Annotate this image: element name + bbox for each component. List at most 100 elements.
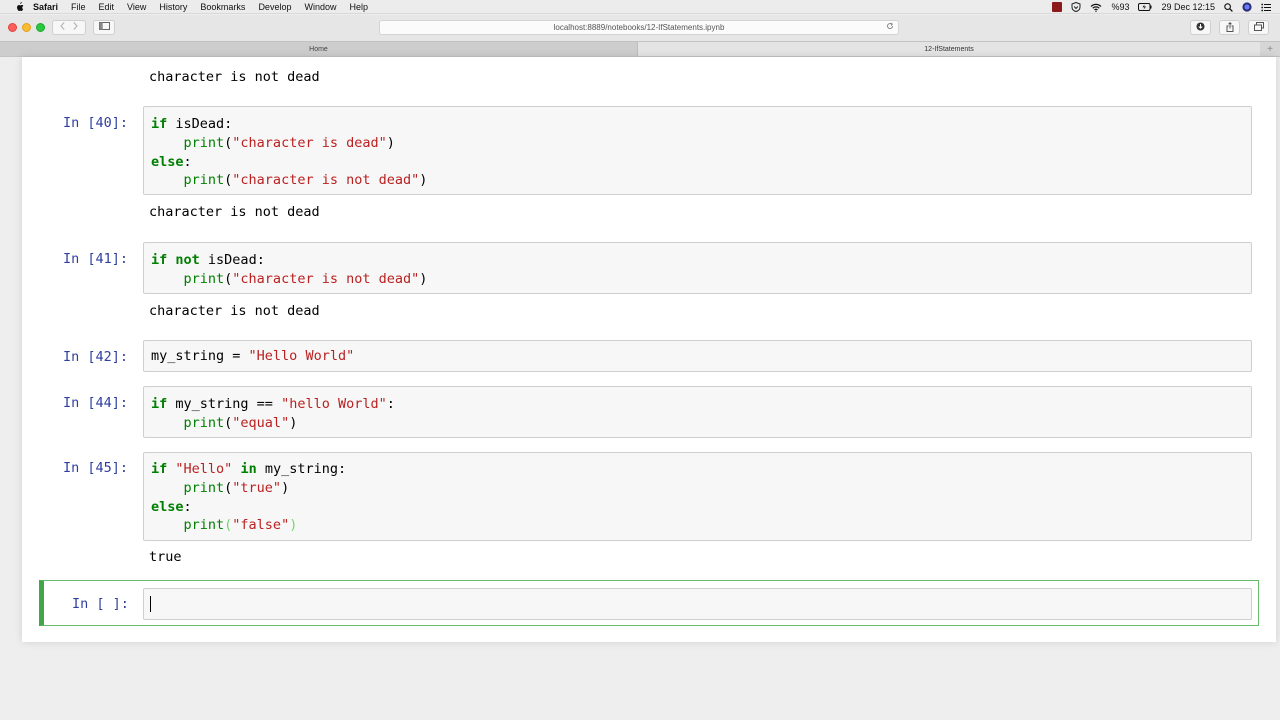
cell-output: character is not dead xyxy=(149,204,320,220)
code-token: my_string == xyxy=(167,396,282,412)
code-line: print("equal") xyxy=(151,414,395,433)
battery-icon[interactable] xyxy=(1138,3,1152,11)
code-cell-input[interactable]: my_string = "Hello World" xyxy=(143,340,1252,372)
tabs-overview-icon xyxy=(1253,22,1264,33)
menu-history[interactable]: History xyxy=(159,2,187,12)
cell-output: true xyxy=(149,549,182,565)
menu-develop[interactable]: Develop xyxy=(258,2,291,12)
siri-icon[interactable] xyxy=(1242,2,1252,12)
code-cell-input[interactable]: if "Hello" in my_string: print("true") el… xyxy=(143,452,1252,541)
code-cell-input[interactable]: if isDead: print("character is dead") els… xyxy=(143,106,1252,195)
notebook-page[interactable]: character is not dead In [40]: if isDead… xyxy=(0,57,1280,720)
wifi-icon[interactable] xyxy=(1090,3,1102,12)
code-token: my_string: xyxy=(256,461,347,477)
code-token: print xyxy=(183,479,225,496)
code-token: ) xyxy=(386,134,395,151)
code-token: ) xyxy=(419,270,428,287)
code-token: "character is not dead" xyxy=(232,172,420,189)
recording-icon[interactable] xyxy=(1052,2,1063,12)
code-line: if isDead: xyxy=(151,115,427,134)
code-token: "Hello" xyxy=(175,461,233,477)
code-token: print xyxy=(183,172,225,189)
cell-prompt: In [45]: xyxy=(63,460,129,476)
text-cursor xyxy=(150,596,151,612)
code-token: else xyxy=(151,153,184,170)
new-tab-button[interactable]: + xyxy=(1260,42,1280,56)
download-icon xyxy=(1196,22,1205,33)
code-token: if xyxy=(151,461,168,477)
spotlight-search-icon[interactable] xyxy=(1224,2,1233,12)
battery-percent[interactable]: %93 xyxy=(1111,2,1129,12)
tabs-overview-button[interactable] xyxy=(1248,20,1269,35)
downloads-button[interactable] xyxy=(1190,20,1211,35)
code-cell-input[interactable]: if my_string == "hello World": print("eq… xyxy=(143,386,1252,438)
code-line: if "Hello" in my_string: xyxy=(151,460,346,479)
clock[interactable]: 29 Dec 12:15 xyxy=(1161,2,1215,12)
code-token: else xyxy=(151,498,184,515)
share-icon xyxy=(1226,21,1234,34)
menu-edit[interactable]: Edit xyxy=(99,2,115,12)
menu-window[interactable]: Window xyxy=(304,2,336,12)
tab-notebook-label: 12-IfStatements xyxy=(924,45,974,53)
empty-code-input[interactable] xyxy=(143,588,1252,620)
code-line: else: xyxy=(151,153,427,172)
code-cell-input[interactable]: if not isDead: print("character is not d… xyxy=(143,242,1252,294)
cell-prompt: In [40]: xyxy=(63,115,129,131)
cell-prompt: In [41]: xyxy=(63,251,129,267)
code-line: print("character is dead") xyxy=(151,134,427,153)
code-line: if my_string == "hello World": xyxy=(151,395,395,414)
code-token: isDead: xyxy=(199,252,265,268)
code-token: not xyxy=(175,252,200,268)
close-window-button[interactable] xyxy=(8,23,17,32)
code-token: ) xyxy=(289,517,298,534)
code-line: my_string = "Hello World" xyxy=(151,347,354,366)
code-token: "true" xyxy=(232,479,282,496)
code-token: : xyxy=(183,153,192,170)
menu-bookmarks[interactable]: Bookmarks xyxy=(200,2,245,12)
share-button[interactable] xyxy=(1219,20,1240,35)
code-text: if isDead: print("character is dead") els… xyxy=(151,115,427,190)
back-arrow-icon[interactable] xyxy=(60,22,65,33)
menu-view[interactable]: View xyxy=(127,2,146,12)
cell-prompt: In [ ]: xyxy=(72,596,129,612)
code-token: "character is not dead" xyxy=(232,270,420,287)
cell-prompt: In [44]: xyxy=(63,395,129,411)
code-token: if xyxy=(151,252,168,268)
zoom-window-button[interactable] xyxy=(36,23,45,32)
code-token: my_string = xyxy=(151,348,249,364)
sidebar-toggle-button[interactable] xyxy=(93,20,115,35)
code-token: print xyxy=(183,270,225,287)
menu-app-safari[interactable]: Safari xyxy=(33,2,58,12)
apple-icon[interactable] xyxy=(14,1,24,12)
code-line: else: xyxy=(151,498,346,517)
cell-output: character is not dead xyxy=(149,69,320,85)
code-token: isDead: xyxy=(167,116,233,132)
reload-icon[interactable] xyxy=(886,22,894,32)
shield-icon[interactable] xyxy=(1071,2,1081,12)
code-line: print("true") xyxy=(151,479,346,498)
code-token: if xyxy=(151,116,168,132)
code-token: : xyxy=(183,498,192,515)
back-forward-buttons[interactable] xyxy=(52,20,86,35)
forward-arrow-icon[interactable] xyxy=(73,22,78,33)
address-bar[interactable]: localhost:8889/notebooks/12-IfStatements… xyxy=(379,20,899,35)
minimize-window-button[interactable] xyxy=(22,23,31,32)
tab-home[interactable]: Home xyxy=(0,42,638,56)
code-line: if not isDead: xyxy=(151,251,427,270)
code-token: print xyxy=(183,134,225,151)
code-token: if xyxy=(151,396,168,412)
menu-help[interactable]: Help xyxy=(349,2,368,12)
code-text: if my_string == "hello World": print("eq… xyxy=(151,395,395,433)
code-text: if "Hello" in my_string: print("true") el… xyxy=(151,460,346,535)
notification-center-icon[interactable] xyxy=(1261,3,1271,12)
code-token: "character is dead" xyxy=(232,134,387,151)
tab-bar: Home 12-IfStatements + xyxy=(0,41,1280,57)
menu-file[interactable]: File xyxy=(71,2,86,12)
tab-notebook[interactable]: 12-IfStatements xyxy=(638,42,1260,56)
plus-icon: + xyxy=(1267,43,1273,55)
